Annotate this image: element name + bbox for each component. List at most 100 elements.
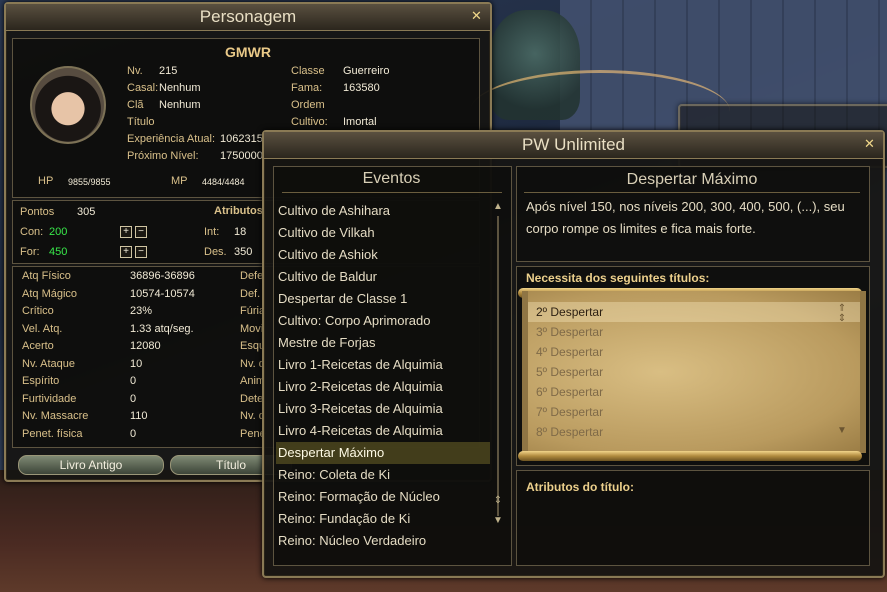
scroll-track[interactable]	[497, 216, 499, 516]
event-item[interactable]: Cultivo: Corpo Aprimorado	[276, 310, 490, 332]
stat-value: 36896-36896	[130, 270, 195, 282]
con-value: 200	[49, 226, 68, 238]
class-label: Classe	[291, 65, 325, 77]
des-value: 350	[234, 246, 253, 258]
hp-value: 9855/9855	[68, 177, 111, 187]
stat-label: Furtividade	[22, 392, 77, 405]
events-header-divider	[282, 192, 502, 193]
event-item[interactable]: Livro 3-Reicetas de Alquimia	[276, 398, 490, 420]
con-plus-button[interactable]: +	[120, 226, 132, 238]
pw-window-titlebar[interactable]: PW Unlimited	[264, 132, 883, 159]
class-value: Guerreiro	[343, 65, 390, 77]
current-exp-label: Experiência Atual:	[127, 133, 216, 145]
fame-label: Fama:	[291, 82, 323, 94]
event-item[interactable]: Livro 1-Reicetas de Alquimia	[276, 354, 490, 376]
attributes-label: Atributos	[214, 205, 263, 217]
stat-value: 110	[130, 410, 148, 422]
pw-window-title: PW Unlimited	[522, 135, 625, 154]
livro-antigo-button[interactable]: Livro Antigo	[18, 455, 164, 475]
character-window-titlebar[interactable]: Personagem	[6, 4, 490, 31]
event-item[interactable]: Mestre de Forjas	[276, 332, 490, 354]
stat-label: Nv. Massacre	[22, 410, 89, 422]
cultivation-label: Cultivo:	[291, 116, 328, 128]
stat-label: Vel. Atq.	[22, 322, 63, 335]
event-item[interactable]: Cultivo de Ashiok	[276, 244, 490, 266]
for-label: For:	[20, 246, 40, 258]
event-item[interactable]: Reino: Fundação de Ki	[276, 508, 490, 530]
events-list: Cultivo de Ashihara Cultivo de Vilkah Cult…	[276, 200, 490, 552]
event-item[interactable]: Reino: Coleta de Ki	[276, 464, 490, 486]
required-title-item[interactable]: 7º Despertar	[528, 402, 860, 422]
stat-label: Crítico	[22, 305, 54, 317]
event-item[interactable]: Despertar Máximo	[276, 442, 490, 464]
titulo-label: Título	[215, 458, 246, 472]
scroll-bottom-rod	[518, 451, 862, 461]
stat-value: 23%	[130, 305, 153, 317]
event-item[interactable]: Despertar de Classe 1	[276, 288, 490, 310]
event-item[interactable]: Livro 2-Reicetas de Alquimia	[276, 376, 490, 398]
stat-label: Penet. física	[22, 427, 83, 440]
detail-title: Despertar Máximo	[626, 171, 758, 188]
close-icon[interactable]: ✕	[862, 137, 877, 152]
titles-scrollbar[interactable]: ⇑ ⇕ ▼	[837, 304, 847, 444]
for-minus-button[interactable]: −	[135, 246, 147, 258]
current-exp-value: 1062315	[220, 133, 263, 145]
scroll-down-icon[interactable]: ▼	[837, 426, 847, 436]
event-item[interactable]: Reino: Formação de Núcleo	[276, 486, 490, 508]
scroll-up-icon[interactable]: ▲	[493, 202, 503, 212]
stat-value: 12080	[130, 340, 161, 352]
detail-divider	[524, 192, 860, 193]
required-title-item[interactable]: 2º Despertar	[528, 302, 860, 322]
stat-value: 0	[130, 427, 137, 440]
title-attributes-label: Atributos do título:	[526, 480, 634, 494]
title-label: Título	[127, 116, 155, 128]
events-header: Eventos	[362, 170, 421, 187]
required-title-item[interactable]: 3º Despertar	[528, 322, 860, 342]
avatar	[30, 66, 106, 144]
event-item[interactable]: Reino: Núcleo Verdadeiro	[276, 530, 490, 552]
stat-value: 0	[130, 392, 137, 405]
required-titles-list: 2º Despertar 3º Despertar 4º Despertar 5º D…	[528, 291, 860, 442]
stat-label: Nv. Ataque	[22, 357, 75, 370]
character-window-title: Personagem	[199, 7, 297, 26]
spouse-label: Casal:	[127, 82, 159, 94]
clan-label: Clã	[127, 99, 144, 111]
event-item[interactable]: Cultivo de Ashihara	[276, 200, 490, 222]
con-minus-button[interactable]: −	[135, 226, 147, 238]
required-title-item[interactable]: 8º Despertar	[528, 422, 860, 442]
order-label: Ordem	[291, 99, 325, 111]
detail-description: Após nível 150, nos níveis 200, 300, 400…	[526, 199, 845, 236]
event-item[interactable]: Livro 4-Reicetas de Alquimia	[276, 420, 490, 442]
titles-parchment: 2º Despertar 3º Despertar 4º Despertar 5º D…	[522, 291, 866, 453]
stat-right-label: Defe	[240, 270, 264, 282]
stat-value: 0	[130, 375, 137, 387]
int-label: Int:	[204, 226, 220, 238]
event-item[interactable]: Cultivo de Vilkah	[276, 222, 490, 244]
scroll-down-icon[interactable]: ▼	[493, 516, 503, 526]
scroll-thumb-icon[interactable]: ⇕	[837, 314, 847, 334]
stat-label: Atq Físico	[22, 270, 71, 282]
stat-label: Acerto	[22, 340, 54, 352]
required-title-item[interactable]: 5º Despertar	[528, 362, 860, 382]
stat-value: 10	[130, 357, 143, 370]
required-title-item[interactable]: 6º Despertar	[528, 382, 860, 402]
hp-label: HP	[38, 175, 54, 187]
stat-label: Atq Mágico	[22, 287, 78, 300]
event-item[interactable]: Cultivo de Baldur	[276, 266, 490, 288]
points-value: 305	[77, 206, 96, 218]
level-value: 215	[159, 65, 178, 77]
required-title-item[interactable]: 4º Despertar	[528, 342, 860, 362]
stat-right-label: Def.	[240, 287, 261, 300]
character-name: GMWR	[225, 44, 271, 60]
livro-antigo-label: Livro Antigo	[59, 458, 123, 472]
close-icon[interactable]: ✕	[469, 9, 484, 24]
fame-value: 163580	[343, 82, 380, 94]
mp-label: MP	[171, 175, 188, 187]
clan-value: Nenhum	[159, 99, 201, 111]
stat-right-label: Movi	[240, 322, 264, 335]
events-scrollbar[interactable]: ▲ ⇕ ▼	[493, 202, 503, 558]
for-plus-button[interactable]: +	[120, 246, 132, 258]
stat-label: Espírito	[22, 375, 60, 387]
points-label: Pontos	[20, 206, 55, 218]
scroll-thumb-icon[interactable]: ⇕	[493, 496, 503, 516]
